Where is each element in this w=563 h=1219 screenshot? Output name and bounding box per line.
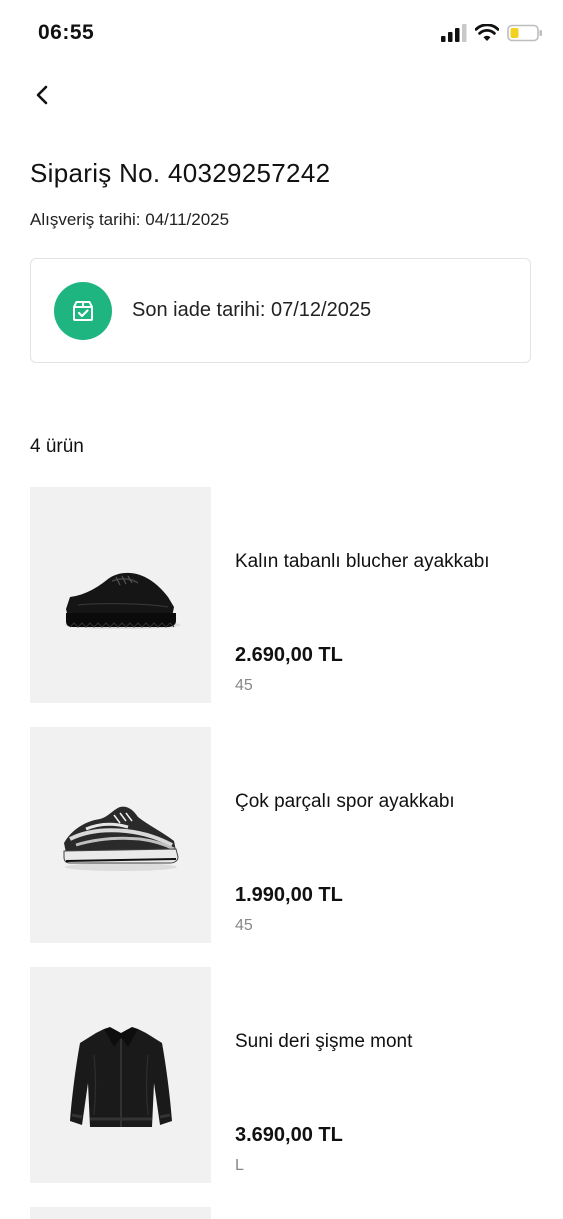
return-box-icon — [54, 282, 112, 340]
status-time: 06:55 — [38, 21, 95, 44]
status-icons — [441, 22, 543, 47]
sneaker-image[interactable] — [30, 727, 211, 943]
product-item[interactable]: Çok parçalı spor ayakkabı 1.990,00 TL 45 — [30, 727, 533, 943]
chevron-left-icon — [35, 85, 51, 110]
product-size: 45 — [235, 917, 253, 934]
product-name[interactable]: Çok parçalı spor ayakkabı — [235, 791, 455, 813]
signal-icon — [441, 23, 467, 47]
product-price: 2.690,00 TL — [235, 644, 343, 666]
product-size: 45 — [235, 677, 253, 694]
product-size: L — [235, 1157, 244, 1174]
items-count: 4 ürün — [30, 436, 84, 457]
wifi-icon — [474, 22, 500, 47]
order-title: Sipariş No. 40329257242 — [30, 158, 331, 188]
purchase-date: Alışveriş tarihi: 04/11/2025 — [30, 210, 230, 229]
product-item[interactable]: Kalın tabanlı blucher ayakkabı 2.690,00 … — [30, 487, 533, 703]
product-item[interactable]: Suni deri şişme mont 3.690,00 TL L — [30, 967, 533, 1183]
product-price: 3.690,00 TL — [235, 1124, 343, 1146]
return-deadline-text: Son iade tarihi: 07/12/2025 — [132, 299, 372, 321]
status-bar: 06:55 — [0, 0, 563, 70]
jacket-image[interactable] — [30, 967, 211, 1183]
back-button[interactable] — [26, 80, 60, 114]
product-name[interactable]: Suni deri şişme mont — [235, 1031, 412, 1053]
shoe-image[interactable] — [30, 487, 211, 703]
battery-icon — [507, 24, 543, 47]
product-image-partial[interactable] — [30, 1207, 211, 1219]
product-name[interactable]: Kalın tabanlı blucher ayakkabı — [235, 551, 490, 573]
product-price: 1.990,00 TL — [235, 884, 343, 906]
return-deadline-card: Son iade tarihi: 07/12/2025 — [30, 258, 531, 363]
